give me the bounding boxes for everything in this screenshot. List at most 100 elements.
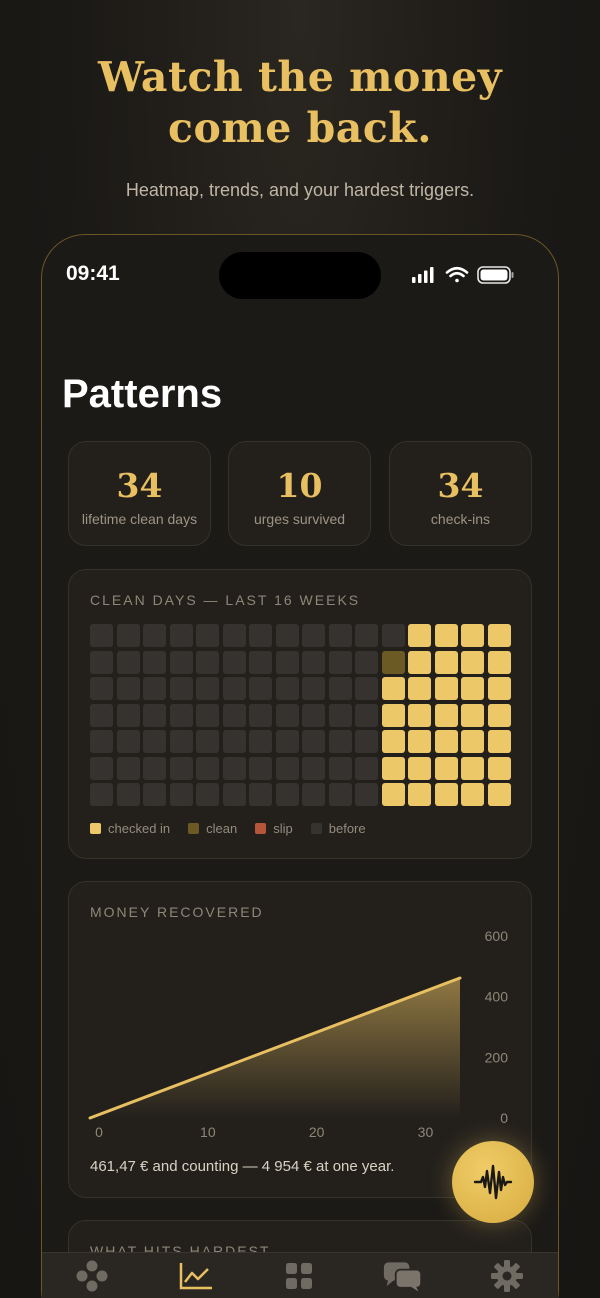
heatmap-cell-checked bbox=[434, 756, 458, 780]
heatmap-cell-before bbox=[116, 703, 140, 727]
heatmap-cell-before bbox=[355, 650, 378, 674]
legend-swatch bbox=[188, 823, 200, 834]
heatmap-cell-before bbox=[196, 783, 219, 806]
status-time: 09:41 bbox=[66, 262, 120, 285]
heatmap-cell-before bbox=[302, 650, 325, 674]
tab-home[interactable] bbox=[72, 1258, 112, 1294]
heatmap-grid bbox=[90, 624, 511, 806]
heatmap-cell-checked bbox=[461, 624, 484, 647]
heatmap-cell-before bbox=[116, 650, 140, 674]
heatmap-cell-before bbox=[116, 783, 140, 806]
stat-label: lifetime clean days bbox=[81, 511, 198, 527]
stat-card-check-ins: 34 check-ins bbox=[389, 441, 532, 546]
stat-label: check-ins bbox=[430, 511, 491, 527]
x-tick-label: 0 bbox=[95, 1124, 103, 1140]
x-tick-label: 10 bbox=[200, 1124, 216, 1140]
tab-settings[interactable] bbox=[487, 1258, 527, 1294]
stat-value: 10 bbox=[276, 466, 323, 505]
heatmap-cell-checked bbox=[434, 783, 458, 806]
heatmap-cell-before bbox=[302, 624, 325, 647]
heatmap-cell-before bbox=[90, 730, 113, 753]
heatmap-cell-checked bbox=[408, 624, 431, 647]
heatmap-cell-before bbox=[275, 756, 299, 780]
heatmap-cell-before bbox=[355, 783, 378, 806]
stat-value: 34 bbox=[116, 466, 163, 505]
heatmap-cell-before bbox=[196, 730, 219, 753]
legend-item-checked: checked in bbox=[90, 821, 170, 836]
heatmap-cell-checked bbox=[434, 624, 458, 647]
hero-title-line1: Watch the money bbox=[97, 53, 503, 101]
y-tick-label: 600 bbox=[485, 928, 509, 944]
heatmap-cell-checked bbox=[381, 783, 405, 806]
tab-tools[interactable] bbox=[279, 1258, 319, 1294]
heatmap-cell-before bbox=[222, 650, 246, 674]
stat-card-urges: 10 urges survived bbox=[228, 441, 371, 546]
heatmap-cell-before bbox=[169, 624, 193, 647]
legend-swatch bbox=[255, 823, 267, 834]
heatmap-cell-checked bbox=[487, 703, 511, 727]
heatmap-cell-before bbox=[249, 783, 272, 806]
heatmap-cell-before bbox=[249, 650, 272, 674]
x-tick-label: 20 bbox=[309, 1124, 325, 1140]
hero-title: Watch the money come back. bbox=[0, 52, 600, 154]
wifi-icon bbox=[445, 266, 469, 283]
heatmap-cell-before bbox=[302, 677, 325, 700]
heatmap-cell-before bbox=[116, 677, 140, 700]
page-title: Patterns bbox=[62, 372, 223, 416]
heatmap-cell-before bbox=[355, 703, 378, 727]
legend-label: before bbox=[328, 821, 366, 836]
heatmap-cell-before bbox=[275, 783, 299, 806]
heatmap-cell-before bbox=[302, 703, 325, 727]
heatmap-cell-before bbox=[196, 756, 219, 780]
heatmap-cell-checked bbox=[461, 650, 484, 674]
heatmap-cell-checked bbox=[487, 677, 511, 700]
heatmap-cell-before bbox=[143, 756, 166, 780]
heatmap-cell-before bbox=[249, 677, 272, 700]
heatmap-cell-before bbox=[143, 650, 166, 674]
legend-swatch bbox=[90, 823, 101, 834]
money-caption: 461,47 € and counting — 4 954 € at one y… bbox=[90, 1158, 395, 1175]
legend-item-slip: slip bbox=[255, 821, 293, 836]
heatmap-cell-checked bbox=[434, 730, 458, 753]
heatmap-cell-before bbox=[355, 624, 378, 647]
heatmap-cell-before bbox=[328, 783, 352, 806]
tab-chat[interactable] bbox=[383, 1258, 423, 1294]
heatmap-cell-before bbox=[328, 730, 352, 753]
heatmap-cell-checked bbox=[408, 677, 431, 700]
heatmap-cell-checked bbox=[461, 677, 484, 700]
fab-urge-button[interactable] bbox=[452, 1141, 534, 1223]
heatmap-cell-before bbox=[275, 677, 299, 700]
dots-icon bbox=[76, 1260, 108, 1292]
heatmap-cell-before bbox=[169, 756, 193, 780]
x-tick-label: 30 bbox=[418, 1124, 434, 1140]
heatmap-cell-before bbox=[249, 703, 272, 727]
heatmap-cell-before bbox=[355, 730, 378, 753]
heatmap-cell-checked bbox=[408, 783, 431, 806]
heatmap-cell-checked bbox=[487, 624, 511, 647]
heatmap-cell-before bbox=[90, 650, 113, 674]
battery-icon bbox=[477, 266, 514, 284]
heatmap-cell-before bbox=[169, 703, 193, 727]
heatmap-cell-before bbox=[222, 703, 246, 727]
heatmap-cell-before bbox=[328, 624, 352, 647]
stat-card-clean-days: 34 lifetime clean days bbox=[68, 441, 211, 546]
heatmap-cell-before bbox=[90, 624, 113, 647]
tab-patterns[interactable] bbox=[176, 1258, 216, 1294]
heatmap-cell-before bbox=[355, 677, 378, 700]
heatmap-cell-before bbox=[143, 677, 166, 700]
heatmap-cell-before bbox=[302, 783, 325, 806]
hero-subtitle: Heatmap, trends, and your hardest trigge… bbox=[125, 180, 475, 200]
stat-value: 34 bbox=[437, 466, 484, 505]
money-chart: 0 10 20 30 0 200 400 600 bbox=[88, 928, 509, 1140]
legend-label: clean bbox=[206, 821, 238, 836]
heatmap-cell-before bbox=[196, 703, 219, 727]
heatmap-cell-before bbox=[222, 730, 246, 753]
heatmap-cell-before bbox=[222, 624, 246, 647]
heatmap-cell-checked bbox=[381, 730, 405, 753]
y-tick-label: 400 bbox=[485, 989, 509, 1005]
heatmap-cell-before bbox=[143, 783, 166, 806]
heatmap-cell-checked bbox=[487, 756, 511, 780]
heatmap-cell-before bbox=[116, 730, 140, 753]
heatmap-cell-before bbox=[275, 624, 299, 647]
stat-label: urges survived bbox=[253, 511, 346, 527]
